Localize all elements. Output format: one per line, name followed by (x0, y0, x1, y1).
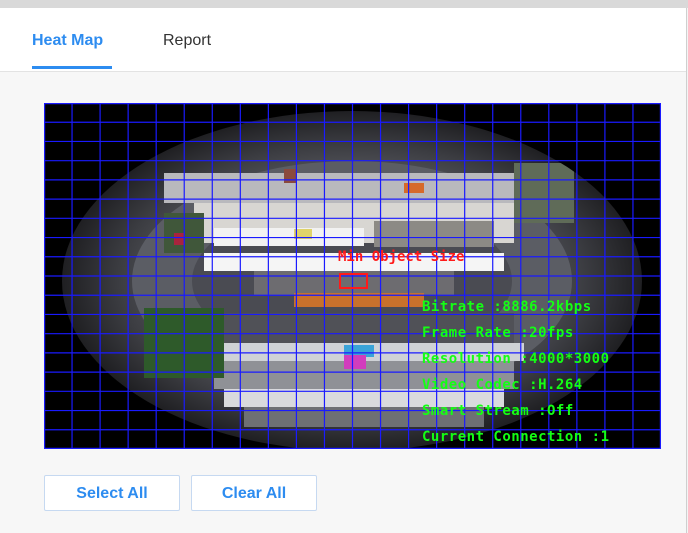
osd-frame-rate: Frame Rate :20fps (422, 325, 574, 341)
min-object-size-label: Min Object Size (338, 249, 465, 265)
osd-current-connection: Current Connection :1 (422, 429, 610, 445)
select-all-button[interactable]: Select All (44, 475, 180, 511)
osd-bitrate: Bitrate :8886.2kbps (422, 299, 592, 315)
tab-report[interactable]: Report (163, 32, 211, 50)
top-bar (0, 0, 688, 8)
camera-live-view[interactable]: Min Object Size Bitrate :8886.2kbps Fram… (44, 103, 661, 449)
active-tab-indicator (32, 66, 112, 69)
clear-all-button[interactable]: Clear All (191, 475, 317, 511)
osd-smart-stream: Smart Stream :Off (422, 403, 574, 419)
min-object-size-box[interactable] (339, 273, 368, 289)
tab-heat-map[interactable]: Heat Map (32, 32, 103, 50)
tab-bar: Heat Map Report (0, 8, 686, 72)
osd-video-codec: Video Codec :H.264 (422, 377, 583, 393)
osd-resolution: Resolution :4000*3000 (422, 351, 610, 367)
